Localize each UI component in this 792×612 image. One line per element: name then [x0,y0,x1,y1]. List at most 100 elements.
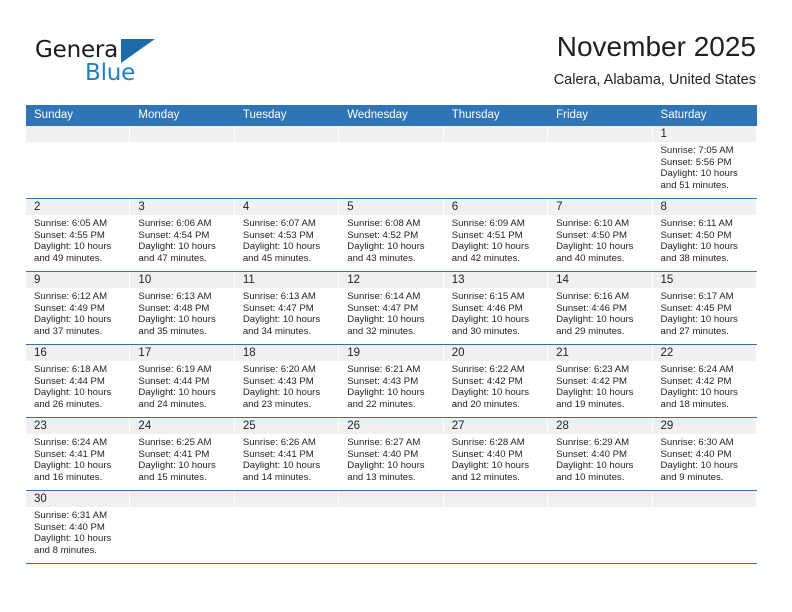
calendar-day-cell[interactable]: 25 Sunrise: 6:26 AM Sunset: 4:41 PM Dayligh… [234,417,340,491]
day-sunrise-text: Sunrise: 6:07 AM [242,218,316,229]
day-cell-inner [234,126,340,198]
day-number-band [339,126,444,142]
day-daylight2-text: and 32 minutes. [347,325,416,337]
calendar-day-cell[interactable]: 16 Sunrise: 6:18 AM Sunset: 4:44 PM Dayligh… [26,344,131,418]
day-cell-inner: 24 Sunrise: 6:25 AM Sunset: 4:41 PM Dayligh… [130,418,235,490]
day-number: 2 [34,201,41,213]
calendar-day-cell[interactable]: 28 Sunrise: 6:29 AM Sunset: 4:40 PM Dayligh… [548,417,653,491]
day-daylight2-text: and 35 minutes. [138,325,207,337]
day-sunset-text: Sunset: 4:51 PM [451,229,523,241]
day-number [339,491,442,493]
day-number-band: 14 [548,272,653,288]
day-daylight1-text: Daylight: 10 hours [347,314,425,326]
day-number: 24 [138,420,152,432]
day-number-band: 16 [26,345,131,361]
calendar-day-cell[interactable]: 7 Sunrise: 6:10 AM Sunset: 4:50 PM Daylight… [548,198,653,272]
calendar-day-cell[interactable]: 4 Sunrise: 6:07 AM Sunset: 4:53 PM Daylight… [234,198,340,272]
day-daylight1-text: Daylight: 10 hours [242,241,321,253]
day-number: 12 [347,274,361,286]
day-number-band: 29 [652,418,757,434]
day-sun-info: Sunrise: 6:13 AM Sunset: 4:47 PM Daylight:… [235,288,339,337]
calendar-day-cell[interactable]: 11 Sunrise: 6:13 AM Sunset: 4:47 PM Dayligh… [234,271,340,345]
calendar-day-cell[interactable]: 13 Sunrise: 6:15 AM Sunset: 4:46 PM Dayligh… [443,271,549,345]
page-header: General Blue November 2025 Calera, Alaba… [0,0,792,100]
day-cell-inner: 18 Sunrise: 6:20 AM Sunset: 4:43 PM Dayligh… [234,345,340,417]
calendar-day-cell[interactable]: 9 Sunrise: 6:12 AM Sunset: 4:49 PM Daylight… [26,271,131,345]
day-number: 10 [138,274,152,286]
calendar-day-cell[interactable]: 23 Sunrise: 6:24 AM Sunset: 4:41 PM Dayligh… [26,417,131,491]
day-cell-inner [443,126,549,198]
day-daylight2-text: and 29 minutes. [556,325,625,337]
general-blue-logo[interactable]: General Blue [35,37,235,89]
day-daylight1-text: Daylight: 10 hours [451,314,530,326]
calendar-day-cell[interactable]: 26 Sunrise: 6:27 AM Sunset: 4:40 PM Dayligh… [339,417,444,491]
day-sunset-text: Sunset: 4:40 PM [451,448,523,460]
day-sunset-text: Sunset: 4:46 PM [451,302,523,314]
calendar-day-cell-empty [234,126,340,199]
calendar-day-cell[interactable]: 10 Sunrise: 6:13 AM Sunset: 4:48 PM Dayligh… [130,271,235,345]
day-sun-info: Sunrise: 6:15 AM Sunset: 4:46 PM Daylight:… [444,288,548,337]
day-cell-inner: 12 Sunrise: 6:14 AM Sunset: 4:47 PM Dayligh… [339,272,444,344]
day-sunset-text: Sunset: 4:41 PM [138,448,210,460]
day-number: 8 [660,201,667,213]
day-number-band: 9 [26,272,131,288]
day-number: 3 [138,201,145,213]
day-cell-inner: 20 Sunrise: 6:22 AM Sunset: 4:42 PM Dayligh… [443,345,549,417]
calendar-day-cell[interactable]: 22 Sunrise: 6:24 AM Sunset: 4:42 PM Dayligh… [652,344,757,418]
calendar-day-cell[interactable]: 14 Sunrise: 6:16 AM Sunset: 4:46 PM Dayligh… [548,271,653,345]
day-sun-info: Sunrise: 6:21 AM Sunset: 4:43 PM Daylight:… [339,361,443,410]
calendar-day-cell[interactable]: 2 Sunrise: 6:05 AM Sunset: 4:55 PM Daylight… [26,198,131,272]
calendar-day-cell[interactable]: 6 Sunrise: 6:09 AM Sunset: 4:51 PM Daylight… [443,198,549,272]
calendar-week-row: 23 Sunrise: 6:24 AM Sunset: 4:41 PM Dayligh… [26,417,757,491]
calendar-day-cell[interactable]: 17 Sunrise: 6:19 AM Sunset: 4:44 PM Dayligh… [130,344,235,418]
day-sunset-text: Sunset: 4:48 PM [138,302,210,314]
calendar-day-cell[interactable]: 1 Sunrise: 7:05 AM Sunset: 5:56 PM Daylight… [652,126,757,199]
day-sun-info: Sunrise: 6:17 AM Sunset: 4:45 PM Daylight:… [653,288,757,337]
weekday-header-sunday: Sunday [26,105,131,126]
day-number-band: 3 [130,199,235,215]
day-number-band: 26 [339,418,444,434]
day-number: 21 [556,347,569,359]
title-block: November 2025 Calera, Alabama, United St… [554,30,756,89]
day-number [653,491,756,493]
calendar-day-cell[interactable]: 24 Sunrise: 6:25 AM Sunset: 4:41 PM Dayligh… [130,417,235,491]
day-number [235,126,338,128]
day-cell-inner: 29 Sunrise: 6:30 AM Sunset: 4:40 PM Dayligh… [652,418,757,490]
calendar-day-cell[interactable]: 21 Sunrise: 6:23 AM Sunset: 4:42 PM Dayligh… [548,344,653,418]
day-number-band [130,491,235,507]
calendar-day-cell[interactable]: 8 Sunrise: 6:11 AM Sunset: 4:50 PM Daylight… [652,198,757,272]
day-number: 4 [242,201,250,213]
calendar-day-cell[interactable]: 12 Sunrise: 6:14 AM Sunset: 4:47 PM Dayligh… [339,271,444,345]
calendar-day-cell[interactable]: 15 Sunrise: 6:17 AM Sunset: 4:45 PM Dayligh… [652,271,757,345]
day-number: 20 [451,347,465,359]
day-sunset-text: Sunset: 4:42 PM [660,375,732,387]
day-sunrise-text: Sunrise: 6:30 AM [660,437,734,448]
day-number: 6 [451,201,459,213]
calendar-day-cell[interactable]: 5 Sunrise: 6:08 AM Sunset: 4:52 PM Daylight… [339,198,444,272]
day-daylight1-text: Daylight: 10 hours [556,314,634,326]
day-daylight2-text: and 30 minutes. [451,325,520,337]
page-title: November 2025 [556,31,756,62]
day-cell-inner: 22 Sunrise: 6:24 AM Sunset: 4:42 PM Dayligh… [652,345,757,417]
day-daylight2-text: and 8 minutes. [34,544,97,556]
day-cell-inner [548,126,653,198]
calendar-day-cell[interactable]: 3 Sunrise: 6:06 AM Sunset: 4:54 PM Daylight… [130,198,235,272]
day-sunrise-text: Sunrise: 6:24 AM [34,437,108,448]
day-sunrise-text: Sunrise: 6:10 AM [556,218,630,229]
day-number-band: 15 [652,272,757,288]
calendar-day-cell[interactable]: 18 Sunrise: 6:20 AM Sunset: 4:43 PM Dayligh… [234,344,340,418]
day-sun-info: Sunrise: 6:24 AM Sunset: 4:42 PM Daylight:… [653,361,757,410]
day-number: 29 [660,420,674,432]
calendar-day-cell[interactable]: 20 Sunrise: 6:22 AM Sunset: 4:42 PM Dayligh… [443,344,549,418]
day-number-band: 12 [339,272,444,288]
day-daylight2-text: and 14 minutes. [242,471,312,483]
day-number [339,126,442,128]
day-sunrise-text: Sunrise: 6:19 AM [138,364,212,375]
calendar-day-cell[interactable]: 19 Sunrise: 6:21 AM Sunset: 4:43 PM Dayligh… [339,344,444,418]
day-cell-inner: 10 Sunrise: 6:13 AM Sunset: 4:48 PM Dayligh… [130,272,235,344]
calendar-day-cell[interactable]: 30 Sunrise: 6:31 AM Sunset: 4:40 PM Dayligh… [26,490,131,564]
day-sun-info: Sunrise: 6:08 AM Sunset: 4:52 PM Daylight:… [339,215,443,264]
day-sunset-text: Sunset: 4:53 PM [242,229,314,241]
calendar-day-cell[interactable]: 27 Sunrise: 6:28 AM Sunset: 4:40 PM Dayligh… [443,417,549,491]
calendar-day-cell[interactable]: 29 Sunrise: 6:30 AM Sunset: 4:40 PM Dayligh… [652,417,757,491]
